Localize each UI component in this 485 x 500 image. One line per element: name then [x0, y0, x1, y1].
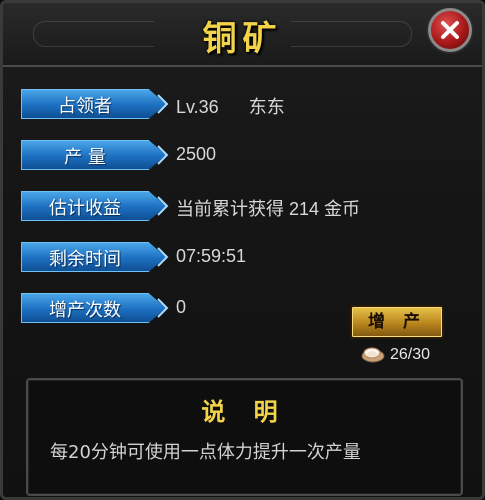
chevron-right-icon — [157, 196, 169, 216]
occupant-label: 占领者 — [58, 96, 112, 117]
chevron-right-icon — [157, 247, 169, 267]
chevron-right-icon — [157, 94, 169, 114]
time-left-label: 剩余时间 — [49, 249, 121, 270]
row-occupant: 占领者 Lv.36 东东 — [21, 89, 461, 119]
close-button[interactable] — [428, 8, 472, 52]
stamina-value: 26/30 — [390, 346, 431, 363]
income-label: 估计收益 — [49, 198, 121, 219]
row-income: 估计收益 当前累计获得 214 金币 — [21, 191, 461, 221]
copper-mine-panel: 铜矿 占领者 Lv.36 东东 产 量 2500 估计收益 当前累计获得 214 … — [0, 0, 485, 500]
description-title: 说 明 — [201, 397, 288, 426]
boost-button[interactable]: 增 产 — [350, 305, 444, 339]
row-output: 产 量 2500 — [21, 140, 461, 170]
occupant-level: Lv.36 — [176, 97, 219, 117]
occupant-value: Lv.36 东东 — [176, 93, 285, 119]
stamina-icon — [361, 347, 385, 363]
stamina-display: 26/30 — [360, 345, 430, 365]
close-icon — [441, 21, 459, 39]
occupant-name: 东东 — [248, 97, 285, 117]
panel-title: 铜矿 — [202, 19, 283, 59]
output-label: 产 量 — [64, 147, 106, 168]
description-text: 每20分钟可使用一点体力提升一次产量 — [50, 442, 361, 463]
chevron-right-icon — [157, 298, 169, 318]
chevron-right-icon — [157, 145, 169, 165]
row-time-left: 剩余时间 07:59:51 — [21, 242, 461, 272]
boost-count-value: 0 — [176, 297, 187, 317]
description-box: 说 明 每20分钟可使用一点体力提升一次产量 — [26, 378, 463, 496]
boost-count-label: 增产次数 — [49, 300, 121, 321]
output-value: 2500 — [176, 144, 217, 164]
title-bar: 铜矿 — [3, 3, 482, 67]
income-value: 当前累计获得 214 金币 — [176, 199, 361, 219]
time-left-value: 07:59:51 — [176, 246, 247, 266]
